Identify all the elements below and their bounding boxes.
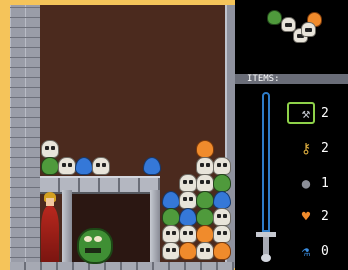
- items-header: ITEMS:: [235, 74, 348, 84]
- blue-piece: [162, 191, 180, 209]
- ogre-eye: [94, 236, 102, 242]
- right-pillar: [150, 190, 160, 262]
- green-piece: [196, 208, 214, 226]
- bomb-icon: ●: [301, 176, 311, 192]
- blue-piece: [213, 191, 231, 209]
- skull-piece: [179, 225, 197, 243]
- item-potion[interactable]: ⚗ 0: [293, 243, 343, 261]
- next-skull-piece: [301, 22, 316, 37]
- skull-piece: [196, 174, 214, 192]
- item-count: 0: [321, 244, 329, 259]
- item-count: 2: [321, 106, 329, 121]
- green-piece: [196, 191, 214, 209]
- skull-piece: [58, 157, 76, 175]
- sword-meter: [256, 92, 276, 264]
- green-piece: [41, 157, 59, 175]
- shovel-icon: ⚒: [301, 106, 311, 122]
- green-piece: [213, 174, 231, 192]
- next-piece-preview: [235, 0, 348, 74]
- item-count: 2: [321, 141, 329, 156]
- left-tower-wall: [10, 5, 40, 268]
- princess-face: [46, 198, 54, 206]
- skull-piece: [196, 157, 214, 175]
- princess-sprite: [40, 192, 60, 262]
- sword-blade: [262, 92, 270, 232]
- item-count: 2: [321, 209, 329, 224]
- skull-piece: [162, 225, 180, 243]
- skull-piece: [179, 174, 197, 192]
- orange-piece: [196, 140, 214, 158]
- potion-icon: ⚗: [301, 244, 311, 260]
- blue-piece: [179, 208, 197, 226]
- ogre-mouth: [85, 248, 101, 253]
- ogre-body: [77, 228, 113, 264]
- key-icon: ⚷: [300, 141, 312, 157]
- ogre-eye: [84, 236, 92, 242]
- ogre-sprite: [75, 222, 113, 264]
- heart-icon: ♥: [301, 209, 311, 225]
- skull-piece: [213, 208, 231, 226]
- green-piece: [162, 208, 180, 226]
- left-pillar: [62, 190, 72, 262]
- orange-piece: [179, 242, 197, 260]
- princess-dress: [41, 206, 59, 262]
- next-green-piece: [267, 10, 282, 25]
- skull-piece: [162, 242, 180, 260]
- item-key[interactable]: ⚷ 2: [293, 140, 343, 158]
- item-shovel[interactable]: ⚒ 2: [287, 102, 343, 124]
- orange-piece: [196, 225, 214, 243]
- item-bomb[interactable]: ● 1: [293, 175, 343, 193]
- blue-piece: [75, 157, 93, 175]
- sword-pommel: [261, 254, 271, 262]
- item-count: 1: [321, 176, 329, 191]
- skull-piece: [92, 157, 110, 175]
- skull-piece: [196, 242, 214, 260]
- blue-piece: [143, 157, 161, 175]
- orange-piece: [213, 242, 231, 260]
- skull-piece: [213, 157, 231, 175]
- skull-piece: [179, 191, 197, 209]
- floor: [10, 262, 234, 270]
- skull-piece: [213, 225, 231, 243]
- skull-piece: [41, 140, 59, 158]
- item-heart[interactable]: ♥ 2: [293, 208, 343, 226]
- sword-grip: [263, 237, 269, 255]
